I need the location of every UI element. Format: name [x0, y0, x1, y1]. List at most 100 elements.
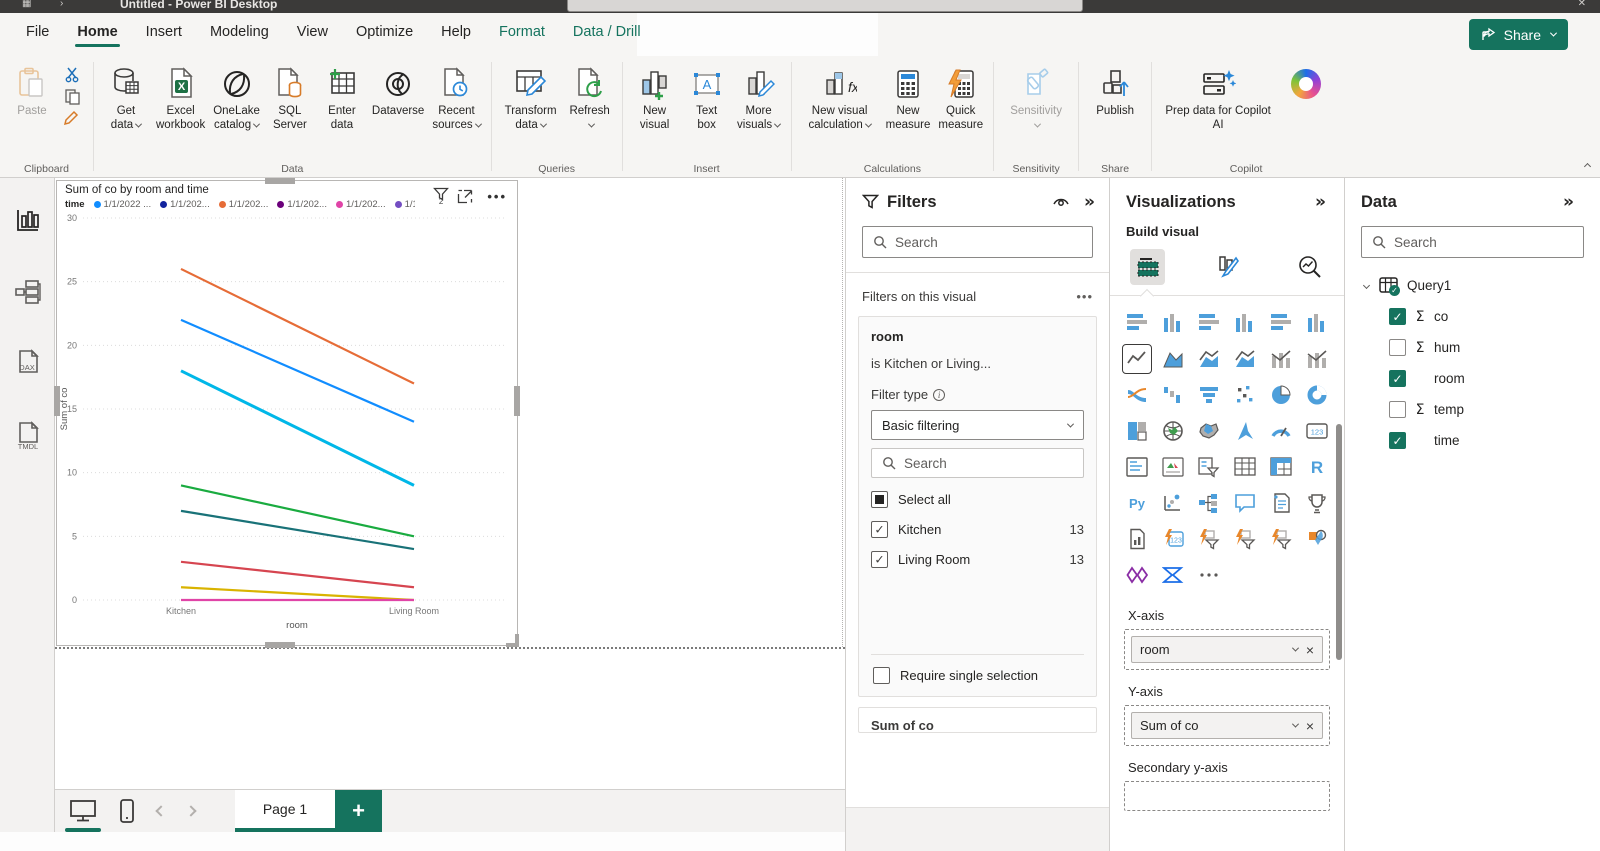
more-visuals-ellipsis-icon[interactable]	[1196, 562, 1222, 588]
field-checkbox[interactable]: ✓	[1389, 432, 1406, 449]
table-row-query1[interactable]: ✓ Query1	[1345, 270, 1600, 301]
waterfall-chart-icon[interactable]	[1160, 382, 1186, 408]
resize-handle-right[interactable]	[514, 386, 520, 416]
sql-server-button[interactable]: SQL Server	[264, 62, 316, 135]
collapse-pane-icon[interactable]: »	[1084, 192, 1095, 212]
quick-measure-button[interactable]: Quick measure	[934, 62, 987, 135]
menu-tab-optimize[interactable]: Optimize	[342, 13, 427, 49]
gauge-icon[interactable]	[1268, 418, 1294, 444]
more-visuals-button[interactable]: More visuals	[733, 62, 785, 135]
clustered-column-chart-icon[interactable]	[1232, 310, 1258, 336]
window-close-icon[interactable]: ✕	[1578, 0, 1586, 9]
smart-narrative-icon[interactable]	[1268, 490, 1294, 516]
page-tab[interactable]: Page 1	[235, 790, 335, 832]
x-axis-well[interactable]: room ×	[1124, 629, 1330, 670]
select-all-checkbox[interactable]	[871, 491, 888, 508]
tab-format-visual[interactable]	[1211, 249, 1246, 285]
tab-build-visual[interactable]	[1130, 249, 1166, 285]
filled-map-icon[interactable]	[1196, 418, 1222, 444]
filters-search-input[interactable]: Search	[862, 226, 1093, 258]
100-stacked-column-chart-icon[interactable]	[1304, 310, 1330, 336]
new-measure-button[interactable]: New measure	[882, 62, 935, 135]
menu-tab-view[interactable]: View	[283, 13, 342, 49]
enter-data-button[interactable]: Enter data	[316, 62, 368, 135]
dax-query-view-button[interactable]: DAX	[0, 334, 55, 394]
button-slicer-icon[interactable]	[1196, 526, 1222, 552]
clustered-bar-chart-icon[interactable]	[1196, 310, 1222, 336]
menu-tab-insert[interactable]: Insert	[132, 13, 196, 49]
azure-map-icon[interactable]	[1232, 418, 1258, 444]
resize-handle-top[interactable]	[265, 178, 295, 184]
100-stacked-area-chart-icon[interactable]	[1232, 346, 1258, 372]
text-slicer-icon[interactable]	[1232, 526, 1258, 552]
100-stacked-bar-chart-icon[interactable]	[1268, 310, 1294, 336]
decomposition-tree-icon[interactable]	[1196, 490, 1222, 516]
new-page-button[interactable]: +	[335, 790, 382, 832]
resize-handle-left[interactable]	[54, 386, 60, 416]
prep-data-copilot-button[interactable]: Prep data for Copilot AI	[1158, 62, 1278, 135]
r-script-visual-icon[interactable]: R	[1304, 454, 1330, 480]
eye-icon[interactable]	[1052, 195, 1070, 209]
next-page-icon[interactable]	[185, 805, 197, 817]
menu-tab-data-drill[interactable]: Data / Drill	[559, 13, 655, 49]
filter-option-kitchen[interactable]: ✓ Kitchen 13	[871, 521, 1084, 538]
share-button[interactable]: Share	[1468, 19, 1568, 50]
resize-handle-bottom[interactable]	[265, 642, 295, 648]
field-checkbox[interactable]	[1389, 339, 1406, 356]
filter-option-living-room[interactable]: ✓ Living Room 13	[871, 551, 1084, 568]
report-view-button[interactable]	[0, 190, 55, 250]
format-painter-icon[interactable]	[64, 110, 81, 127]
list-slicer-icon[interactable]	[1268, 526, 1294, 552]
line-chart-icon[interactable]	[1122, 344, 1152, 374]
collapse-pane-icon[interactable]: »	[1315, 192, 1326, 212]
section-more-options-icon[interactable]: •••	[1076, 289, 1093, 304]
menu-tab-help[interactable]: Help	[427, 13, 485, 49]
option-checkbox[interactable]: ✓	[871, 551, 888, 568]
field-checkbox[interactable]	[1389, 401, 1406, 418]
treemap-icon[interactable]	[1124, 418, 1150, 444]
onelake-catalog-button[interactable]: OneLake catalog	[209, 62, 264, 135]
chevron-down-icon[interactable]	[1291, 644, 1299, 652]
menu-tab-modeling[interactable]: Modeling	[196, 13, 283, 49]
stacked-bar-chart-icon[interactable]	[1124, 310, 1150, 336]
text-box-button[interactable]: A Text box	[681, 62, 733, 135]
quick-calc-icon[interactable]: 123	[1160, 526, 1186, 552]
stacked-column-chart-icon[interactable]	[1160, 310, 1186, 336]
new-visual-button[interactable]: New visual	[629, 62, 681, 135]
require-single-checkbox[interactable]	[873, 667, 890, 684]
stacked-area-chart-icon[interactable]	[1196, 346, 1222, 372]
tmdl-view-button[interactable]: TMDL	[0, 406, 55, 466]
card-icon[interactable]: 123	[1304, 418, 1330, 444]
new-visual-calculation-button[interactable]: fx New visual calculation	[798, 62, 882, 135]
field-row-co[interactable]: ✓ Σco	[1345, 301, 1600, 332]
visualizations-scrollbar[interactable]	[1336, 424, 1342, 660]
table-view-button[interactable]	[0, 262, 55, 322]
q-and-a-icon[interactable]	[1232, 490, 1258, 516]
chevron-down-icon[interactable]	[1291, 720, 1299, 728]
field-row-time[interactable]: ✓ time	[1345, 425, 1600, 456]
donut-chart-icon[interactable]	[1304, 382, 1330, 408]
multi-row-card-icon[interactable]	[1124, 454, 1150, 480]
excel-workbook-button[interactable]: X Excel workbook	[152, 62, 209, 135]
transform-data-button[interactable]: Transform data	[498, 62, 564, 135]
remove-field-icon[interactable]: ×	[1306, 718, 1314, 734]
field-row-hum[interactable]: Σhum	[1345, 332, 1600, 363]
refresh-button[interactable]: Refresh	[564, 62, 616, 135]
metrics-icon[interactable]	[1304, 490, 1330, 516]
sensitivity-button[interactable]: Sensitivity	[1000, 62, 1072, 135]
previous-page-icon[interactable]	[155, 805, 167, 817]
menu-tab-home[interactable]: Home	[63, 13, 131, 49]
collapse-pane-icon[interactable]: »	[1563, 192, 1574, 212]
menu-tab-format[interactable]: Format	[485, 13, 559, 49]
field-checkbox[interactable]: ✓	[1389, 370, 1406, 387]
mobile-layout-button[interactable]	[119, 798, 135, 824]
dataverse-button[interactable]: Dataverse	[368, 62, 428, 120]
publish-button[interactable]: Publish	[1085, 62, 1145, 120]
field-checkbox[interactable]: ✓	[1389, 308, 1406, 325]
scatter-chart-icon[interactable]	[1232, 382, 1258, 408]
chevron-down-icon[interactable]	[1362, 281, 1371, 290]
slicer-icon[interactable]	[1196, 454, 1222, 480]
resize-handle-corner[interactable]	[506, 634, 519, 647]
y-axis-well[interactable]: Sum of co ×	[1124, 705, 1330, 746]
map-icon[interactable]	[1160, 418, 1186, 444]
